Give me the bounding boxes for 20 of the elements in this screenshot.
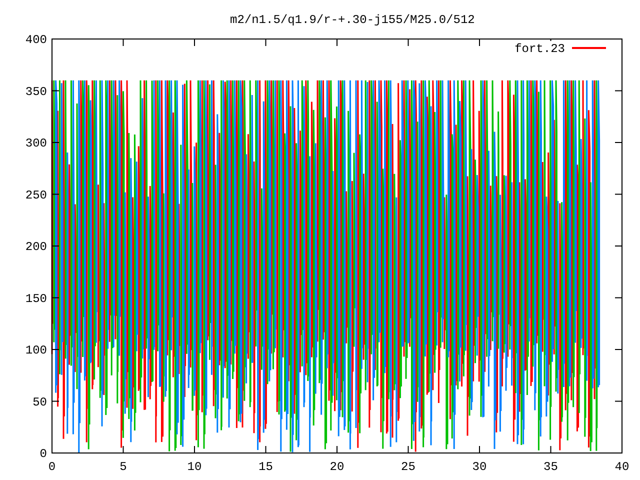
x-tick-label: 35 [544, 460, 558, 474]
y-tick-label: 250 [25, 188, 47, 202]
y-tick-label: 400 [25, 33, 47, 47]
legend-label: fort.23 [514, 42, 565, 56]
y-tick-label: 200 [25, 240, 47, 254]
x-tick-label: 40 [614, 460, 630, 474]
y-tick-label: 50 [32, 395, 47, 410]
x-tick-label: 10 [187, 460, 202, 474]
x-tick-label: 0 [48, 460, 56, 474]
chart-title: m2/n1.5/q1.9/r-+.30-j155/M25.0/512 [230, 13, 475, 27]
x-tick-label: 25 [401, 460, 416, 474]
x-tick-label: 30 [472, 460, 487, 474]
x-tick-label: 5 [120, 460, 127, 474]
x-tick-label: 15 [258, 460, 273, 474]
y-tick-label: 100 [25, 344, 47, 358]
x-tick-label: 20 [330, 460, 344, 474]
y-tick-label: 150 [25, 292, 47, 306]
y-tick-label: 300 [25, 136, 47, 150]
y-tick-label: 0 [40, 447, 47, 461]
y-tick-label: 350 [25, 84, 47, 99]
